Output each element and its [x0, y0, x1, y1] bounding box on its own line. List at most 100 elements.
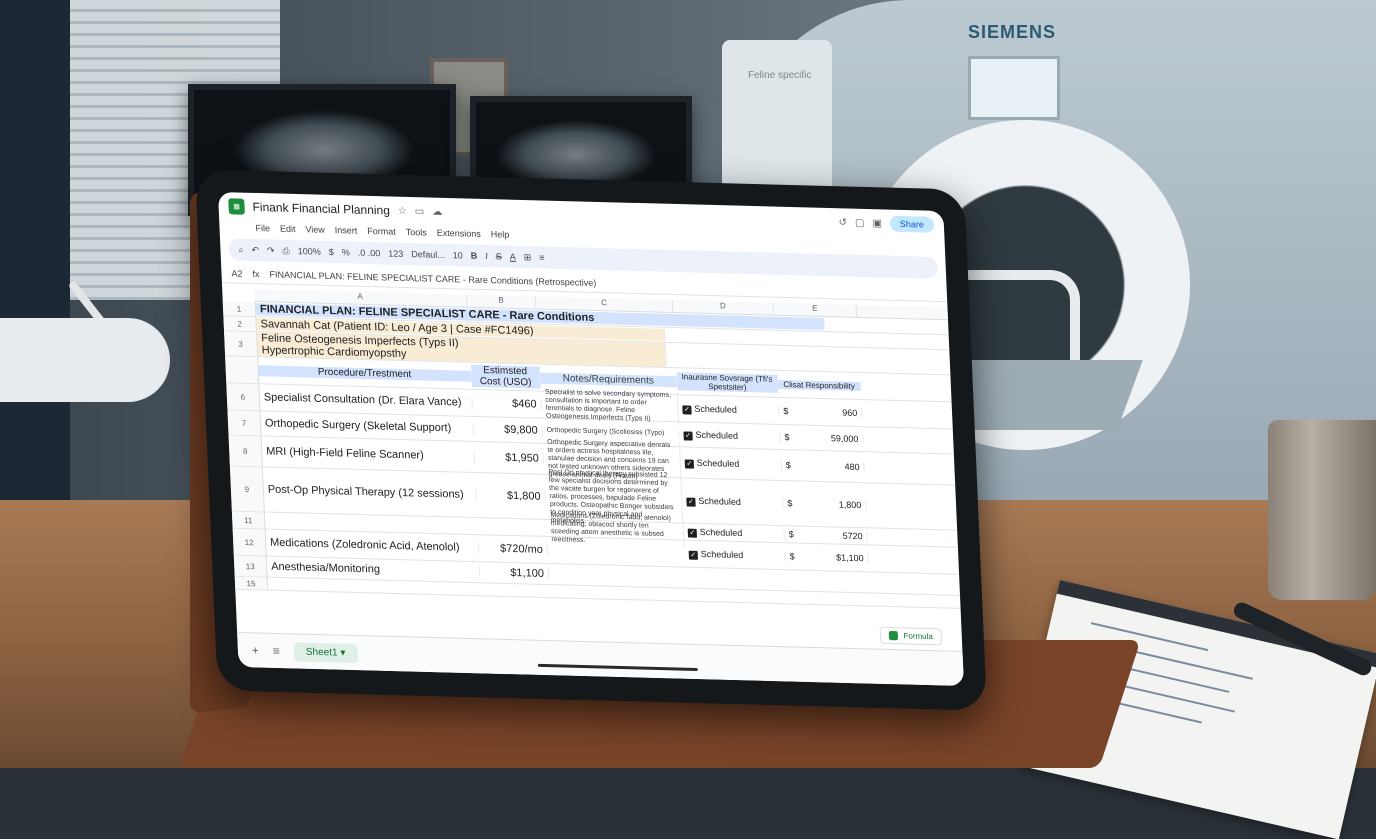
menu-format[interactable]: Format: [367, 226, 396, 237]
font-size-input[interactable]: 10: [453, 250, 463, 260]
text-color-button[interactable]: A: [510, 252, 516, 262]
checkbox-icon[interactable]: ✓: [682, 404, 692, 415]
header-procedure[interactable]: Procedure/Trestment: [258, 364, 472, 382]
insurance-cell[interactable]: [686, 594, 788, 598]
cost-cell[interactable]: $720/mo: [478, 542, 549, 556]
folder-icon[interactable]: ▭: [415, 206, 425, 217]
insurance-cell[interactable]: ✓ Scheduled: [683, 526, 785, 540]
header-cost[interactable]: Estimsted Cost (USO): [470, 364, 541, 389]
notes-cell[interactable]: Medications (Zoledronic fadd, atenolol) …: [546, 511, 685, 548]
column-header[interactable]: B: [466, 294, 537, 309]
menu-insert[interactable]: Insert: [335, 225, 358, 236]
client-cell[interactable]: $960: [779, 405, 863, 419]
client-cell[interactable]: $5720: [784, 529, 868, 542]
notes-cell[interactable]: Orthopedic Surgery (Scoliosiss (Typo): [542, 426, 680, 439]
notes-cell[interactable]: [548, 574, 686, 578]
tablet-screen: ▦ Finank Financial Planning ☆ ▭ ☁ ↺ ▢ ▣ …: [217, 191, 964, 687]
undo-icon[interactable]: ↶: [251, 244, 259, 255]
cost-cell[interactable]: [480, 589, 550, 592]
header-insurance[interactable]: Inaurasne Sovsrage (Tfi's Spestsiter): [676, 372, 779, 393]
row-number: 8: [228, 435, 263, 467]
checkbox-icon[interactable]: ✓: [684, 458, 695, 469]
notes-cell[interactable]: [547, 549, 685, 554]
print-icon[interactable]: ⎙: [282, 245, 290, 256]
menu-view[interactable]: View: [305, 224, 325, 235]
procedure-cell[interactable]: Orthopedic Surgery (Skeletal Support): [260, 417, 475, 435]
menu-extensions[interactable]: Extensions: [437, 228, 481, 239]
column-header[interactable]: E: [773, 302, 858, 317]
menu-help[interactable]: Help: [490, 229, 509, 240]
checkbox-icon[interactable]: ✓: [687, 528, 698, 538]
menu-file[interactable]: File: [255, 223, 270, 233]
search-icon[interactable]: ⌕: [238, 244, 244, 255]
cost-cell[interactable]: $460: [472, 396, 542, 411]
plus-icon[interactable]: +: [252, 643, 260, 657]
star-icon[interactable]: ☆: [398, 205, 407, 216]
currency-button[interactable]: $: [329, 247, 334, 257]
cost-cell[interactable]: [477, 526, 547, 528]
cost-cell[interactable]: $9,800: [473, 422, 543, 437]
nurse-figure: [0, 0, 70, 560]
checkbox-icon[interactable]: ✓: [688, 550, 698, 560]
formula-icon: [888, 630, 898, 641]
percent-button[interactable]: %: [342, 247, 350, 257]
client-cell[interactable]: $480: [781, 460, 865, 473]
procedure-cell[interactable]: Medications (Zoledronic Acid, Atenolol): [265, 536, 480, 555]
formula-suggestion[interactable]: Formula: [879, 626, 943, 646]
header-actions: ↺ ▢ ▣ Share: [838, 214, 935, 233]
cost-cell[interactable]: $1,100: [479, 566, 550, 581]
header-client-responsibility[interactable]: Clisat Responsibility: [777, 379, 862, 391]
video-icon[interactable]: ▣: [872, 218, 882, 229]
cell-reference[interactable]: A2: [231, 268, 242, 278]
procedure-cell[interactable]: MRI (High-Field Feline Scanner): [261, 445, 476, 463]
menu-tools[interactable]: Tools: [406, 227, 427, 238]
procedure-cell[interactable]: Post-Op Physical Therapy (12 sessions): [263, 483, 477, 502]
client-cell[interactable]: $ $1,100: [785, 551, 869, 564]
mri-side-label: Feline specific: [748, 70, 812, 81]
redo-icon[interactable]: ↷: [267, 245, 275, 256]
decimal-buttons[interactable]: .0 .00: [358, 248, 381, 259]
menu-icon[interactable]: ≡: [273, 644, 281, 658]
insurance-cell[interactable]: ✓ Scheduled: [684, 548, 786, 562]
client-cell[interactable]: [787, 597, 871, 600]
checkbox-icon[interactable]: ✓: [686, 497, 696, 507]
procedure-cell[interactable]: Anesthesia/Monitoring: [266, 560, 481, 579]
insurance-cell[interactable]: ✓ Scheduled: [679, 428, 781, 443]
cost-cell[interactable]: $1,950: [474, 450, 545, 465]
menu-edit[interactable]: Edit: [280, 224, 296, 234]
notes-cell[interactable]: [549, 591, 687, 595]
insurance-status: Scheduled: [699, 526, 743, 538]
client-cell[interactable]: $1,800: [783, 498, 867, 511]
client-currency: $: [788, 529, 794, 540]
checkbox-icon[interactable]: ✓: [683, 430, 693, 441]
italic-button[interactable]: I: [485, 251, 488, 261]
insurance-cell[interactable]: ✓ Scheduled: [678, 402, 780, 417]
insurance-cell[interactable]: ✓ Scheduled: [680, 456, 782, 471]
borders-icon[interactable]: ⊞: [523, 252, 531, 263]
number-format-button[interactable]: 123: [388, 248, 403, 258]
cost-cell[interactable]: $1,800: [476, 489, 546, 503]
font-select[interactable]: Defaul...: [411, 249, 445, 260]
history-icon[interactable]: ↺: [838, 217, 847, 228]
notes-cell[interactable]: Specialist to solve secondary symptoms, …: [540, 388, 680, 425]
insurance-cell[interactable]: ✓ Scheduled: [682, 494, 784, 509]
document-title[interactable]: Finank Financial Planning: [252, 200, 390, 218]
formula-input[interactable]: FINANCIAL PLAN: FELINE SPECIALIST CARE -…: [269, 269, 596, 288]
client-cell[interactable]: $59,000: [780, 431, 864, 445]
strikethrough-button[interactable]: S: [496, 251, 502, 261]
share-button[interactable]: Share: [889, 215, 935, 233]
zoom-select[interactable]: 100%: [298, 246, 321, 257]
comment-icon[interactable]: ▢: [855, 217, 865, 228]
procedure-cell[interactable]: [265, 520, 478, 527]
cloud-icon[interactable]: ☁: [432, 206, 442, 217]
sheets-logo-icon[interactable]: ▦: [228, 198, 245, 215]
client-currency: $: [787, 498, 793, 509]
insurance-cell[interactable]: [685, 577, 787, 581]
align-icon[interactable]: ≡: [539, 252, 545, 262]
client-cell[interactable]: [786, 580, 870, 583]
header-notes[interactable]: Notes/Requirements: [540, 372, 678, 387]
procedure-cell[interactable]: [267, 583, 481, 590]
procedure-cell[interactable]: Specialist Consultation (Dr. Elara Vance…: [259, 391, 473, 409]
tab-sheet1[interactable]: Sheet1 ▾: [293, 641, 358, 663]
bold-button[interactable]: B: [471, 251, 478, 261]
